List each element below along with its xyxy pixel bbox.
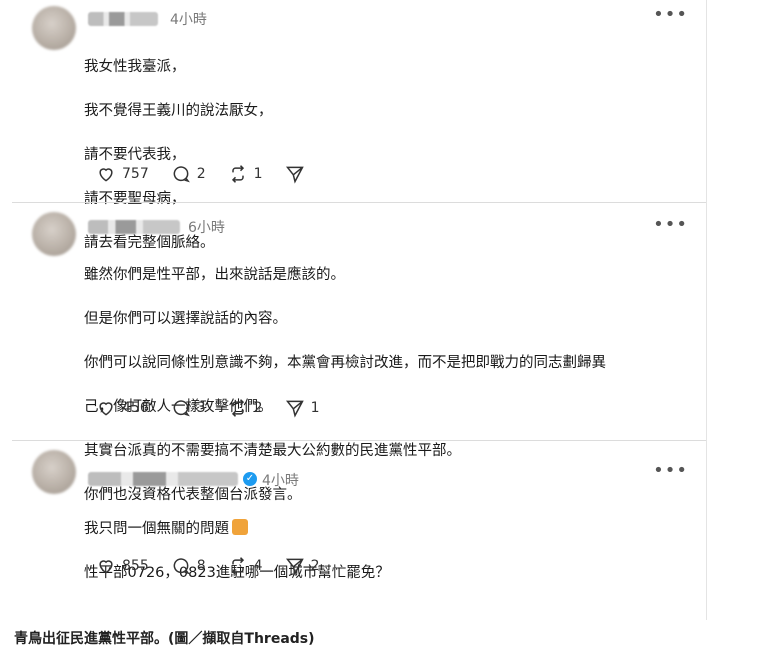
- post-actions: 757 2 1: [96, 164, 333, 184]
- reply-count: 2: [196, 166, 206, 182]
- post-time: 4小時: [170, 12, 207, 28]
- post-actions: 855 8 4 2: [96, 556, 342, 576]
- post-line: 我女性我臺派，: [84, 59, 186, 75]
- post-1: 4小時 ••• 我女性我臺派， 我不覺得王義川的說法厭女， 請不要代表我， 請不…: [12, 0, 706, 251]
- person-raising-hand-emoji-icon: [232, 519, 248, 535]
- post-line: 我不覺得王義川的說法厭女，: [84, 103, 273, 119]
- post-line: 雖然你們是性平部，出來說話是應該的。: [84, 267, 345, 283]
- post-line: 你們可以說同條性別意識不夠，本黨會再檢討改進，而不是把即戰力的同志劃歸異: [84, 355, 606, 371]
- comment-icon: [173, 166, 190, 183]
- reply-button[interactable]: 2: [171, 164, 206, 184]
- more-icon[interactable]: •••: [653, 214, 688, 235]
- post-line: 請不要代表我，: [84, 147, 186, 163]
- post-line: 但是你們可以選擇說話的內容。: [84, 311, 287, 327]
- share-button[interactable]: 2: [285, 556, 320, 576]
- share-button[interactable]: [285, 164, 311, 184]
- repost-icon: [231, 557, 244, 575]
- verified-icon: ✓: [243, 472, 257, 486]
- repost-icon: [231, 165, 244, 183]
- post-actions: 456 3 2 1: [96, 398, 342, 418]
- like-count: 855: [122, 558, 149, 574]
- heart-icon: [99, 168, 113, 182]
- share-count: 1: [310, 400, 320, 416]
- comment-icon: [173, 558, 190, 575]
- threads-feed: 4小時 ••• 我女性我臺派， 我不覺得王義川的說法厭女， 請不要代表我， 請不…: [12, 0, 707, 620]
- repost-count: 1: [253, 166, 263, 182]
- post-line-text: 我只問一個無關的問題: [84, 521, 229, 537]
- more-icon[interactable]: •••: [653, 4, 688, 25]
- repost-button[interactable]: 1: [228, 164, 263, 184]
- repost-count: 2: [253, 400, 263, 416]
- post-text: 我只問一個無關的問題 性平部0726，0823進駐哪一個城市幫忙罷免？: [84, 496, 390, 606]
- comment-icon: [173, 400, 190, 417]
- repost-count: 4: [253, 558, 263, 574]
- share-button[interactable]: 1: [285, 398, 320, 418]
- divider: [12, 202, 706, 203]
- reply-button[interactable]: 3: [171, 398, 206, 418]
- like-button[interactable]: 757: [96, 164, 149, 184]
- avatar[interactable]: [32, 450, 76, 494]
- like-count: 757: [122, 166, 149, 182]
- post-2: 6小時 ••• 雖然你們是性平部，出來說話是應該的。 但是你們可以選擇說話的內容…: [12, 204, 706, 503]
- send-icon: [285, 166, 304, 184]
- like-button[interactable]: 855: [96, 556, 149, 576]
- username-redacted[interactable]: [88, 12, 158, 26]
- image-caption: 青鳥出征民進黨性平部。(圖／擷取自Threads): [14, 631, 315, 647]
- post-time: 6小時: [188, 220, 225, 236]
- post-3: ✓ 4小時 ••• 我只問一個無關的問題 性平部0726，0823進駐哪一個城市…: [12, 442, 706, 612]
- more-icon[interactable]: •••: [653, 460, 688, 481]
- avatar[interactable]: [32, 6, 76, 50]
- post-time: 4小時: [262, 473, 299, 489]
- repost-icon: [231, 399, 244, 417]
- reply-count: 8: [196, 558, 206, 574]
- repost-button[interactable]: 2: [228, 398, 263, 418]
- share-count: 2: [310, 558, 320, 574]
- avatar[interactable]: [32, 212, 76, 256]
- like-count: 456: [122, 400, 149, 416]
- reply-button[interactable]: 8: [171, 556, 206, 576]
- reply-count: 3: [196, 400, 206, 416]
- username-redacted[interactable]: [88, 472, 238, 486]
- divider: [12, 440, 706, 441]
- heart-icon: [99, 402, 113, 416]
- send-icon: [285, 558, 304, 576]
- send-icon: [285, 400, 304, 418]
- like-button[interactable]: 456: [96, 398, 149, 418]
- repost-button[interactable]: 4: [228, 556, 263, 576]
- username-redacted[interactable]: [88, 220, 180, 234]
- heart-icon: [99, 560, 113, 574]
- post-line: 我只問一個無關的問題: [84, 518, 390, 540]
